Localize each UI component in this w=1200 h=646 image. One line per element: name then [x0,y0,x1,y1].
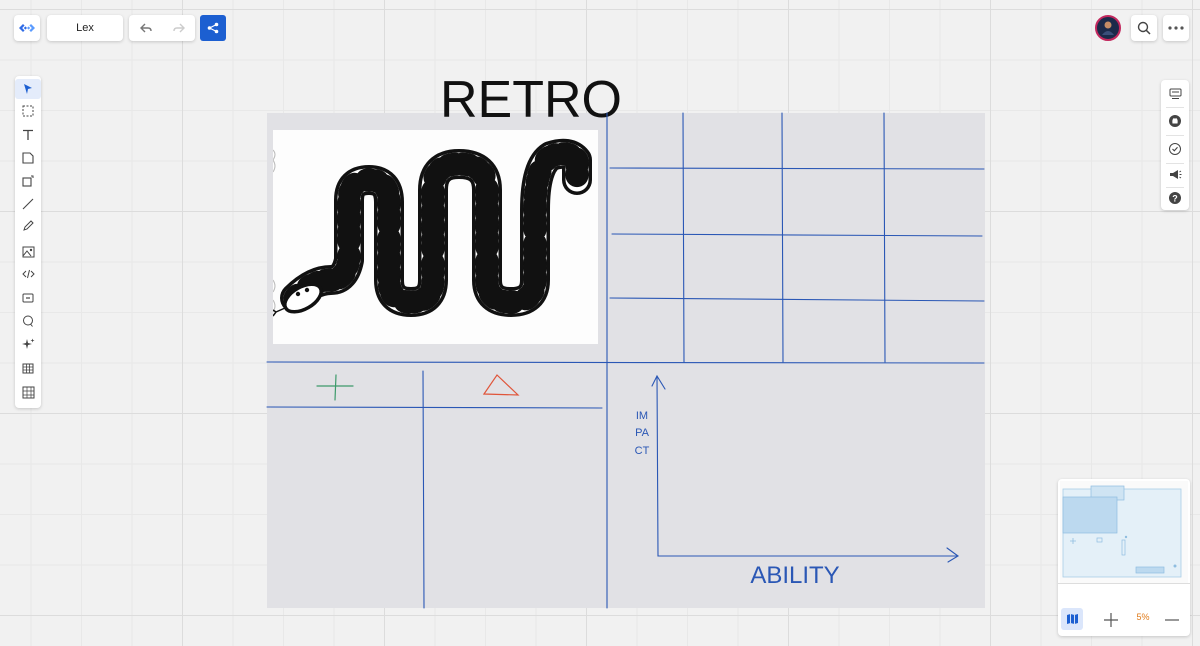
grid-line [609,297,985,302]
grid-line [611,233,983,237]
y-axis-line [656,375,959,557]
zoom-in-button[interactable] [1101,610,1121,630]
minimap-panel: 5% [1058,479,1190,636]
grid-line [609,167,985,170]
ink-layer [266,112,985,609]
grid-line [781,112,784,363]
minimap-toggle-button[interactable] [1061,608,1083,630]
plus-icon [1101,610,1121,630]
minus-icon [1162,610,1182,630]
board-divider [266,361,985,364]
delta-symbol [482,374,520,396]
minimap-viewport[interactable] [1060,481,1188,583]
map-icon [1066,613,1079,625]
y-axis-arrowhead [651,374,666,390]
ability-axis-label: ABILITY [750,562,840,589]
board-divider [422,370,425,609]
x-axis-arrowhead [946,547,959,563]
impact-axis-label: IMPACT [634,410,650,457]
plus-symbol [316,374,354,401]
zoom-level-label[interactable]: 5% [1130,612,1156,622]
zoom-out-button[interactable] [1162,610,1182,630]
grid-line [883,112,886,363]
minimap-controls: 5% [1058,583,1190,637]
grid-line [682,112,685,363]
board-divider [266,406,603,409]
